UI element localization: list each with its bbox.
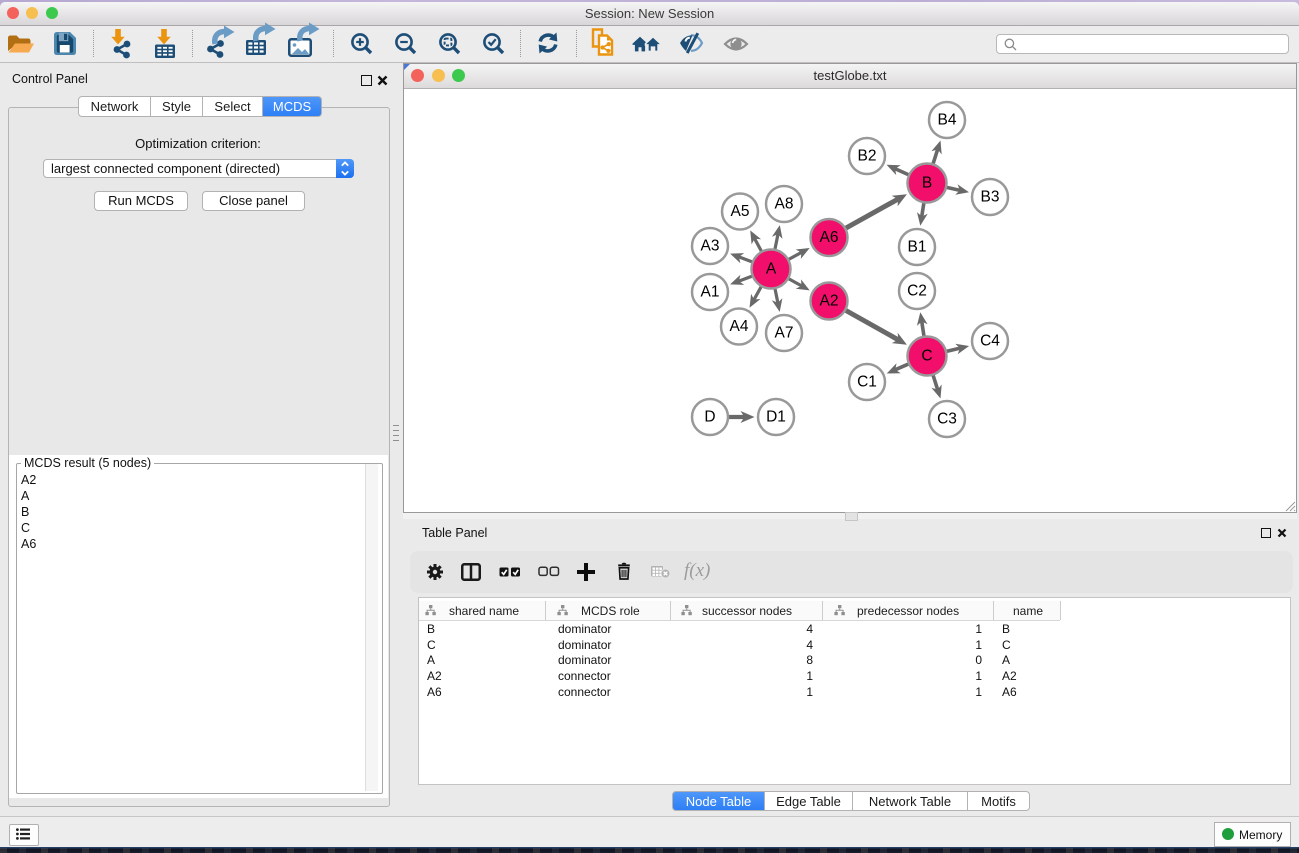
svg-text:B3: B3	[981, 189, 1000, 206]
svg-text:A: A	[766, 261, 777, 278]
svg-text:C2: C2	[907, 283, 927, 300]
svg-text:D1: D1	[766, 409, 786, 426]
svg-text:A8: A8	[775, 196, 794, 213]
svg-text:A6: A6	[820, 229, 839, 246]
svg-text:B2: B2	[858, 148, 877, 165]
svg-text:A7: A7	[775, 325, 794, 342]
svg-text:B1: B1	[908, 239, 927, 256]
svg-text:B4: B4	[938, 112, 957, 129]
svg-text:C4: C4	[980, 333, 1000, 350]
svg-text:A2: A2	[820, 293, 839, 310]
svg-text:C1: C1	[857, 374, 877, 391]
svg-text:A1: A1	[701, 284, 720, 301]
svg-text:C3: C3	[937, 411, 957, 428]
svg-text:A5: A5	[731, 203, 750, 220]
svg-text:C: C	[921, 348, 932, 365]
svg-text:D: D	[704, 409, 715, 426]
svg-text:A3: A3	[701, 238, 720, 255]
svg-text:B: B	[922, 175, 932, 192]
svg-text:A4: A4	[730, 318, 749, 335]
